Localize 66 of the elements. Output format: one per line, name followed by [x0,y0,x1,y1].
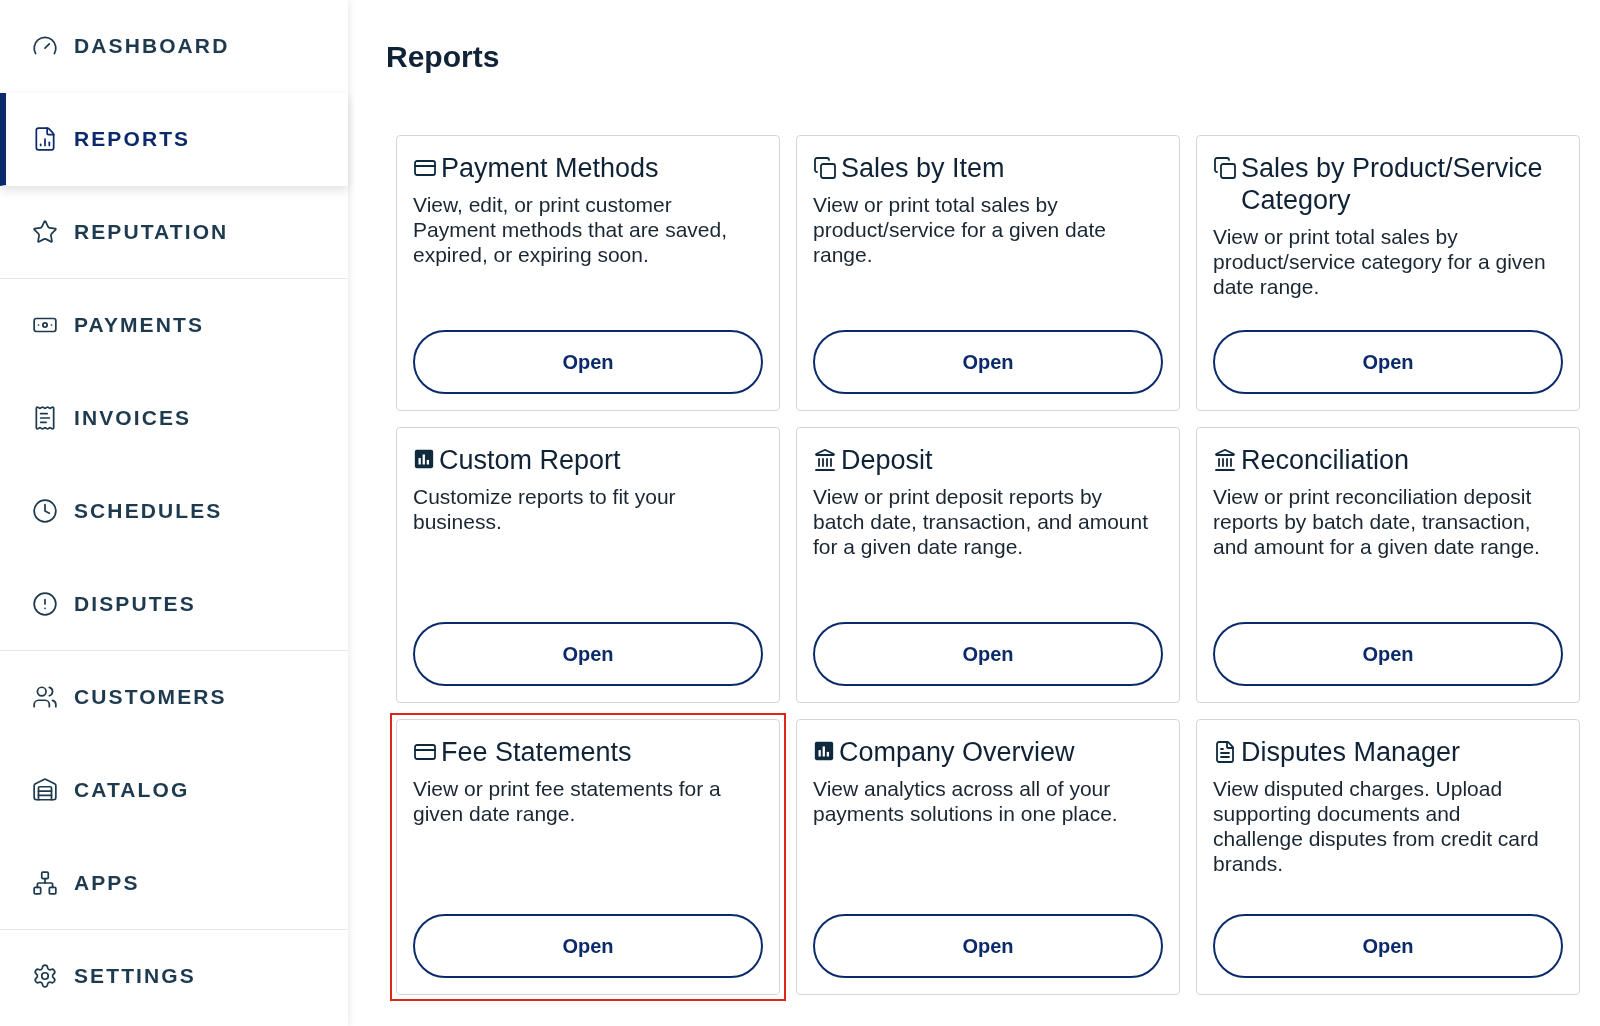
sidebar-label: REPORTS [74,126,191,153]
sidebar-item[interactable]: PAYMENTS [0,279,348,372]
sidebar-label: DASHBOARD [74,33,230,60]
star-icon [32,219,58,245]
card-description: View analytics across all of your payments solutions in one place. [813,776,1119,826]
sidebar-item[interactable]: APPS [0,837,348,930]
sidebar-label: REPUTATION [74,219,229,246]
document-icon [1213,740,1237,764]
card-title: Sales by Product/Service Category [1241,152,1544,216]
sidebar-item[interactable]: CUSTOMERS [0,651,348,744]
card-title: Company Overview [839,736,1075,768]
network-icon [32,870,58,896]
card-description: View disputed charges. Upload supporting documents and challenge disputes from credit card brands. [1213,776,1540,876]
open-button[interactable]: Open [413,914,763,978]
card-description: View or print reconciliation deposit reports by batch date, transaction, and amount for a given date range. [1213,484,1541,559]
open-button[interactable]: Open [1213,330,1563,394]
card-description: View or print total sales by product/service for a given date range. [813,192,1107,267]
alert-icon [32,591,58,617]
card-title: Disputes Manager [1241,736,1461,768]
sidebar-item[interactable]: REPUTATION [0,186,348,279]
sidebar-label: INVOICES [74,405,192,432]
sidebar-item[interactable]: INVOICES [0,372,348,465]
settings-icon [32,963,58,989]
card-title: Fee Statements [441,736,632,768]
card-description: View or print fee statements for a given date range. [413,776,722,826]
card-title: Deposit [841,444,933,476]
open-button[interactable]: Open [413,622,763,686]
sidebar-item[interactable]: CATALOG [0,744,348,837]
sidebar-item[interactable]: SETTINGS [0,930,348,1023]
bank-icon [1213,448,1237,472]
sidebar-label: PAYMENTS [74,312,204,339]
card-title: Payment Methods [441,152,659,184]
sidebar-label: SETTINGS [74,963,196,990]
open-button[interactable]: Open [813,914,1163,978]
card-description: View or print deposit reports by batch date, transaction, and amount for a given date range. [813,484,1150,559]
card-description: View, edit, or print customer Payment methods that are saved, expired, or expiring soon. [413,192,728,267]
open-button[interactable]: Open [813,622,1163,686]
sidebar-item[interactable]: DISPUTES [0,558,348,651]
card-description: Customize reports to fit your business. [413,484,677,534]
card-title: Reconciliation [1241,444,1410,476]
shelf-icon [32,777,58,803]
clock-icon [32,498,58,524]
people-icon [32,684,58,710]
sidebar-item[interactable]: SCHEDULES [0,465,348,558]
card-description: View or print total sales by product/service category for a given date range. [1213,224,1547,299]
card-title: Custom Report [439,444,621,476]
card-title: Sales by Item [841,152,1005,184]
open-button[interactable]: Open [1213,622,1563,686]
open-button[interactable]: Open [1213,914,1563,978]
page-title: Reports [386,39,501,75]
copy-icon [1213,156,1237,180]
sidebar-item[interactable]: DASHBOARD [0,0,348,93]
open-button[interactable]: Open [813,330,1163,394]
bar-chart-icon [813,740,835,762]
sidebar-label: APPS [74,870,140,897]
sidebar-label: SCHEDULES [74,498,223,525]
sidebar-item[interactable]: REPORTS [0,93,348,186]
open-button[interactable]: Open [413,330,763,394]
invoice-icon [32,405,58,431]
copy-icon [813,156,837,180]
report-icon [32,126,58,152]
sidebar-label: CUSTOMERS [74,684,227,711]
sidebar-label: CATALOG [74,777,190,804]
sidebar-label: DISPUTES [74,591,196,618]
bar-chart-icon [413,448,435,470]
bank-icon [813,448,837,472]
